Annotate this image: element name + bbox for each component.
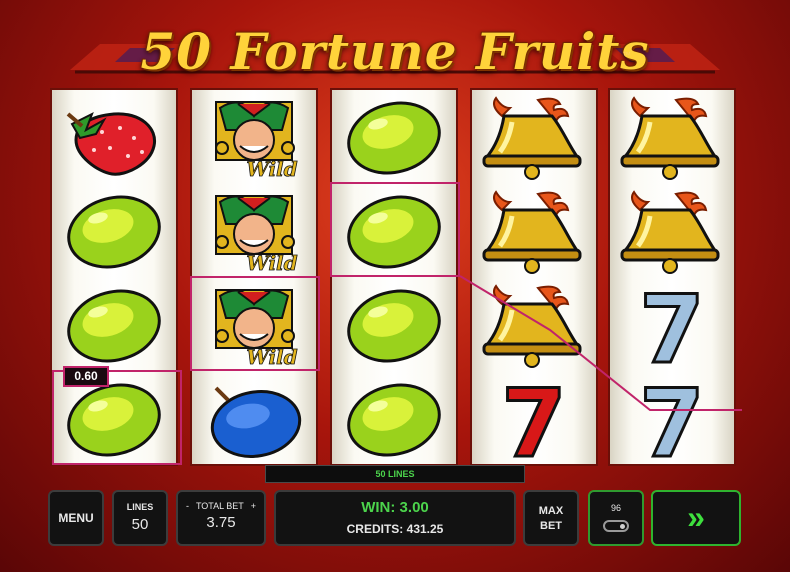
max-bet-label-line1: MAX [538, 505, 564, 517]
max-bet-label-line2: BET [540, 520, 562, 532]
toggle-knob [620, 524, 625, 529]
bet-decrease-button[interactable]: - [186, 501, 189, 511]
menu-button[interactable]: MENU [48, 490, 104, 546]
bet-increase-button[interactable]: + [251, 501, 256, 511]
lines-label: LINES [126, 502, 154, 512]
total-bet-panel: - TOTAL BET + 3.75 [176, 490, 266, 546]
credits-amount: CREDITS: 431.25 [346, 522, 444, 536]
line-win-value: 0.60 [63, 366, 109, 387]
lines-banner: 50 LINES [265, 465, 525, 483]
autoplay-toggle[interactable] [603, 520, 629, 532]
win-amount: WIN: 3.00 [361, 499, 429, 516]
win-highlight-box [330, 182, 460, 277]
autoplay-count: 96 [610, 503, 621, 513]
total-bet-label: TOTAL BET [195, 501, 244, 511]
max-bet-button[interactable]: MAX BET [523, 490, 579, 546]
autoplay-button[interactable]: 96 [588, 490, 644, 546]
win-credits-panel: WIN: 3.00 CREDITS: 431.25 [274, 490, 516, 546]
lines-selector[interactable]: LINES 50 [112, 490, 168, 546]
lines-value: 50 [131, 516, 149, 533]
win-payline [459, 275, 742, 411]
spin-button[interactable]: » [651, 490, 741, 546]
total-bet-value: 3.75 [206, 514, 236, 531]
win-highlight-box [190, 276, 320, 371]
